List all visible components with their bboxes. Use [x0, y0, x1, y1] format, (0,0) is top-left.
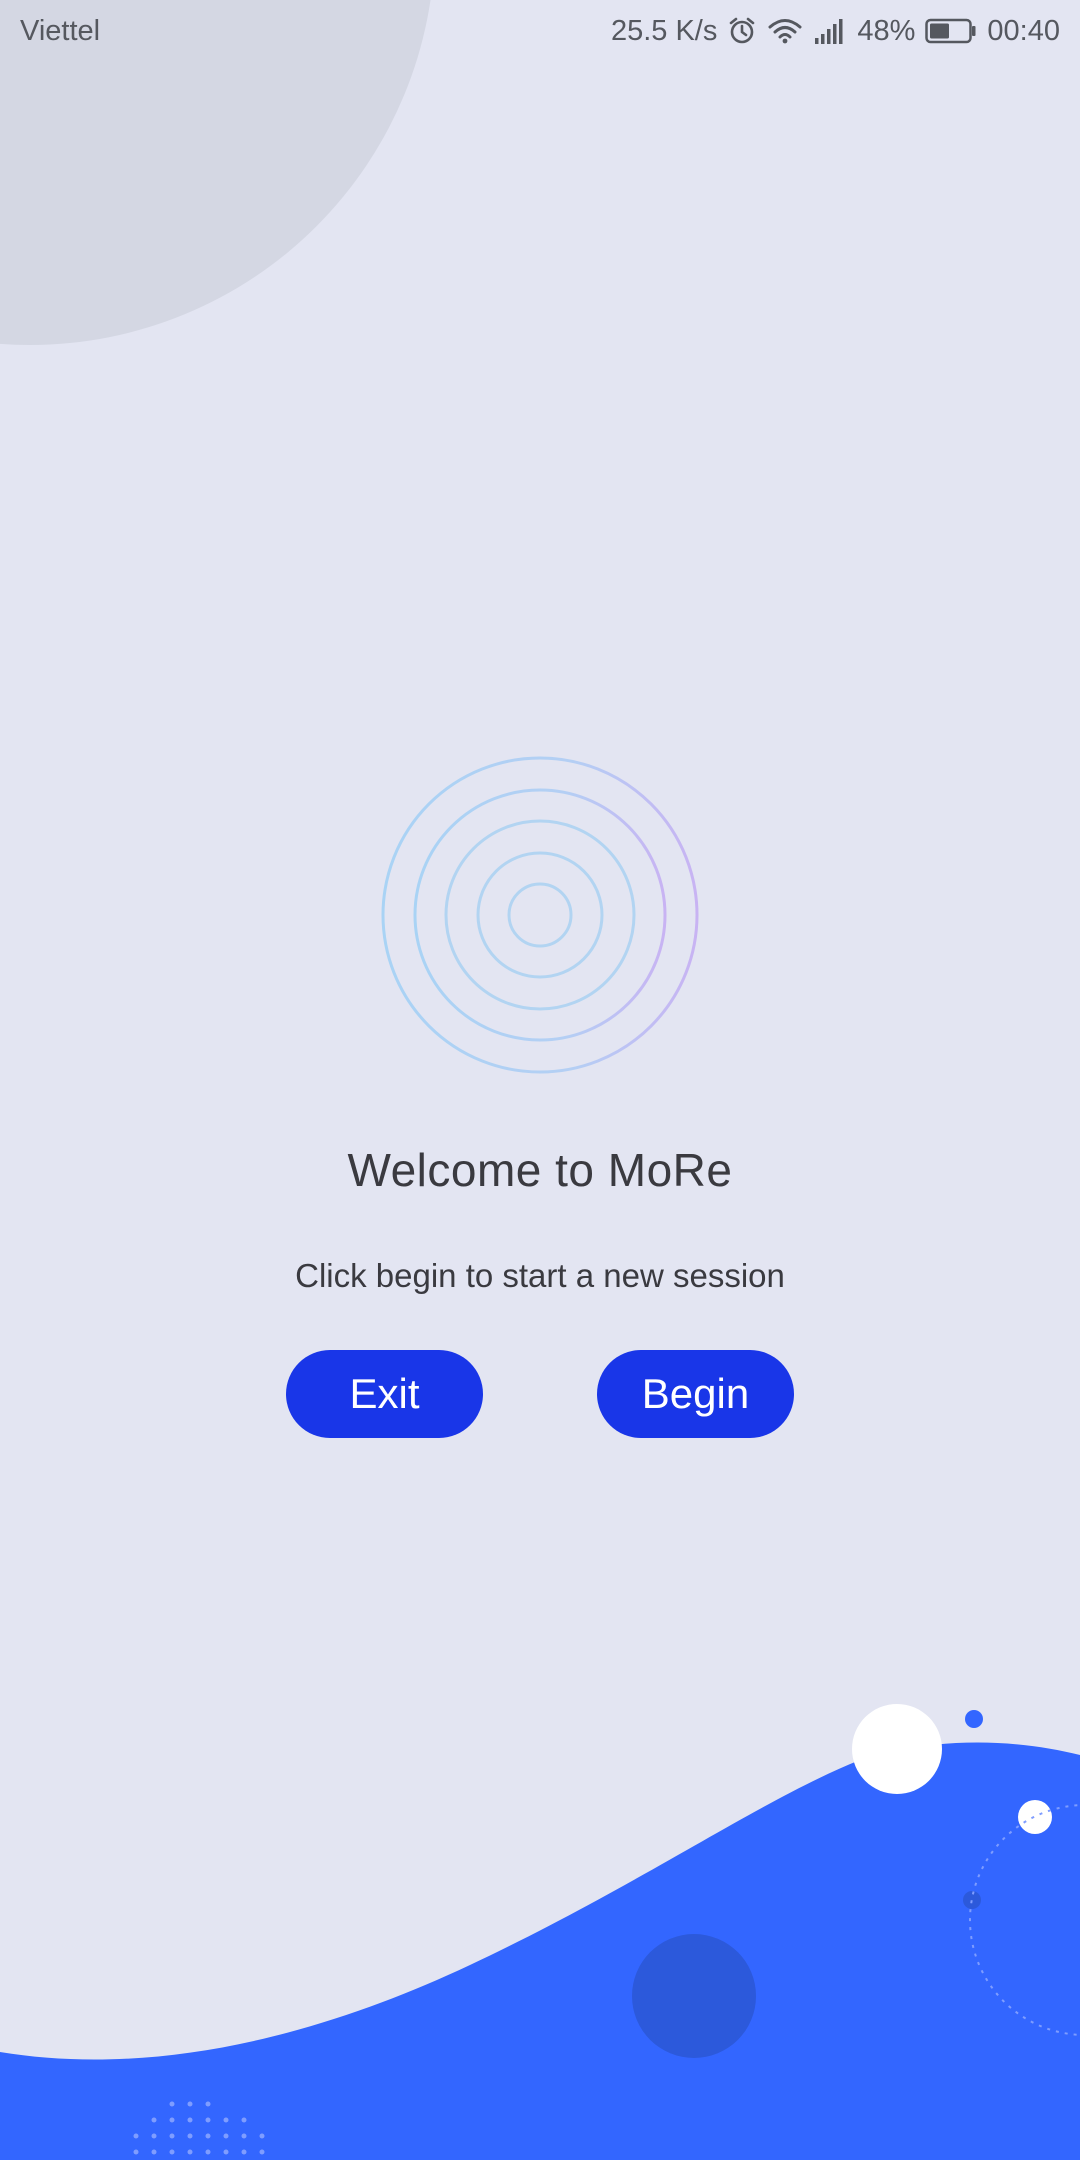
network-speed: 25.5 K/s	[610, 14, 718, 47]
action-buttons: Exit Begin	[0, 1350, 1080, 1438]
battery-icon	[925, 18, 977, 44]
carrier-label: Viettel	[20, 14, 101, 47]
battery-percent: 48%	[857, 14, 916, 47]
bottom-wave-shape	[0, 1742, 1080, 2160]
clock-time: 00:40	[987, 14, 1060, 47]
welcome-section: Welcome to MoRe Click begin to start a n…	[0, 750, 1080, 1438]
status-bar: Viettel 25.5 K/s 48% 00:40	[0, 0, 1080, 62]
status-right: 25.5 K/s 48% 00:40	[611, 15, 1060, 48]
welcome-subtitle: Click begin to start a new session	[295, 1257, 785, 1294]
wifi-icon	[767, 16, 803, 46]
white-bubble-large	[852, 1704, 942, 1794]
concentric-rings-logo	[375, 750, 705, 1080]
white-bubble-small	[1018, 1800, 1052, 1834]
signal-icon	[813, 16, 847, 46]
wave-dark-circle-shape	[632, 1934, 756, 2058]
blue-dot-right	[963, 1891, 981, 1909]
begin-button[interactable]: Begin	[597, 1350, 794, 1438]
alarm-icon	[727, 16, 757, 46]
exit-button[interactable]: Exit	[286, 1350, 483, 1438]
welcome-title: Welcome to MoRe	[347, 1144, 733, 1196]
blue-dot-top	[965, 1710, 983, 1728]
